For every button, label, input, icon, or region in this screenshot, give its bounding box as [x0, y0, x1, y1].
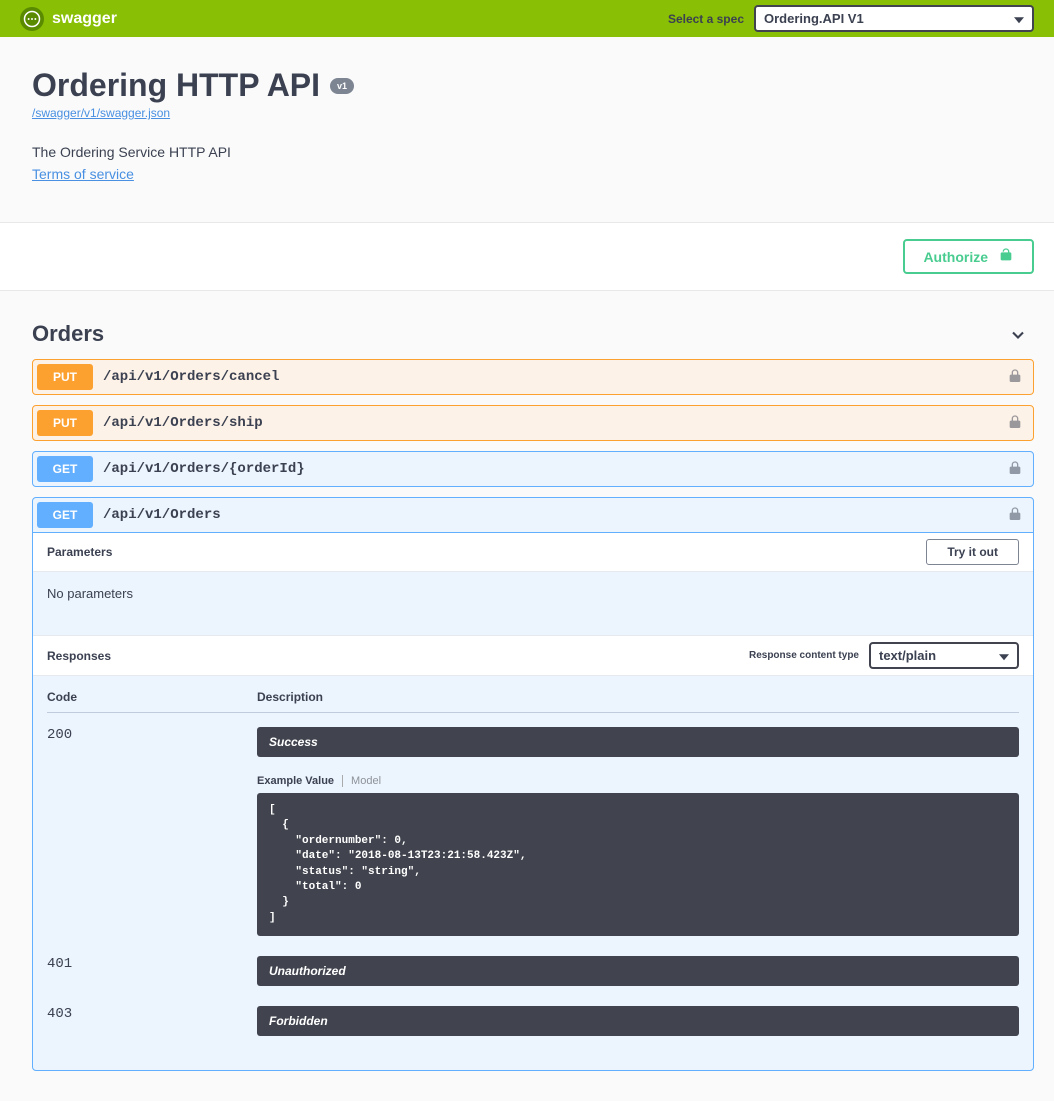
response-description-cell: Unauthorized	[257, 956, 1019, 986]
method-badge: PUT	[37, 364, 93, 390]
lock-icon	[1007, 460, 1023, 479]
topbar: swagger Select a spec Ordering.API V1	[0, 0, 1054, 37]
method-badge: GET	[37, 456, 93, 482]
operations-content: Orders PUT /api/v1/Orders/cancel PUT /ap…	[0, 291, 1054, 1101]
lock-icon	[1007, 368, 1023, 387]
swagger-logo-icon	[20, 7, 44, 31]
response-code: 401	[47, 956, 257, 986]
responses-label: Responses	[47, 649, 111, 663]
authorize-button-label: Authorize	[923, 249, 988, 265]
responses-bar: Responses Response content type text/pla…	[33, 635, 1033, 676]
code-column-header: Code	[47, 690, 257, 704]
method-badge: GET	[37, 502, 93, 528]
tag-name: Orders	[32, 321, 104, 347]
operation-path: /api/v1/Orders/ship	[103, 415, 1007, 431]
example-tabs: Example Value Model	[257, 775, 1019, 787]
chevron-down-icon	[1008, 323, 1028, 346]
api-version-badge: v1	[330, 78, 354, 94]
tab-model[interactable]: Model	[342, 775, 389, 787]
response-description-cell: Forbidden	[257, 1006, 1019, 1036]
description-column-header: Description	[257, 690, 1019, 704]
parameters-bar: Parameters Try it out	[33, 533, 1033, 572]
example-code-block: [ { "ordernumber": 0, "date": "2018-08-1…	[257, 793, 1019, 936]
operation-body: Parameters Try it out No parameters Resp…	[33, 532, 1033, 1070]
lock-icon	[1007, 414, 1023, 433]
operation-put-cancel: PUT /api/v1/Orders/cancel	[32, 359, 1034, 395]
authorize-button[interactable]: Authorize	[903, 239, 1034, 274]
tag-header[interactable]: Orders	[32, 311, 1034, 359]
response-description-cell: Success Example Value Model [ { "ordernu…	[257, 727, 1019, 936]
select-spec-label: Select a spec	[668, 12, 744, 26]
operation-put-ship: PUT /api/v1/Orders/ship	[32, 405, 1034, 441]
lock-icon	[1007, 506, 1023, 525]
response-row: 403 Forbidden	[47, 1006, 1019, 1036]
operation-header[interactable]: PUT /api/v1/Orders/cancel	[33, 360, 1033, 394]
operation-header[interactable]: GET /api/v1/Orders/{orderId}	[33, 452, 1033, 486]
topbar-brand: swagger	[20, 7, 117, 31]
content-type-select[interactable]: text/plain	[869, 642, 1019, 669]
api-title-text: Ordering HTTP API	[32, 67, 320, 104]
response-description: Success	[257, 727, 1019, 757]
operation-get-orders: GET /api/v1/Orders Parameters Try it out…	[32, 497, 1034, 1071]
operation-get-orderid: GET /api/v1/Orders/{orderId}	[32, 451, 1034, 487]
operation-header[interactable]: PUT /api/v1/Orders/ship	[33, 406, 1033, 440]
tab-example-value[interactable]: Example Value	[257, 775, 342, 787]
swagger-json-link[interactable]: /swagger/v1/swagger.json	[32, 106, 170, 120]
responses-body: Code Description 200 Success Example Val…	[33, 676, 1033, 1070]
auth-section: Authorize	[0, 223, 1054, 291]
response-row: 200 Success Example Value Model [ { "ord…	[47, 727, 1019, 936]
content-type-label: Response content type	[749, 650, 859, 661]
operation-path: /api/v1/Orders/{orderId}	[103, 461, 1007, 477]
lock-open-icon	[998, 247, 1014, 266]
operation-path: /api/v1/Orders/cancel	[103, 369, 1007, 385]
response-row: 401 Unauthorized	[47, 956, 1019, 986]
brand-label: swagger	[52, 10, 117, 28]
response-code: 403	[47, 1006, 257, 1036]
response-description: Unauthorized	[257, 956, 1019, 986]
operation-path: /api/v1/Orders	[103, 507, 1007, 523]
parameters-label: Parameters	[47, 545, 112, 559]
api-title: Ordering HTTP API v1	[32, 67, 1034, 104]
tag-section-orders: Orders PUT /api/v1/Orders/cancel PUT /ap…	[32, 311, 1034, 1071]
spec-select[interactable]: Ordering.API V1	[754, 5, 1034, 32]
response-code: 200	[47, 727, 257, 936]
topbar-spec-selector: Select a spec Ordering.API V1	[668, 5, 1034, 32]
no-parameters-text: No parameters	[33, 572, 1033, 635]
api-description: The Ordering Service HTTP API	[32, 144, 1034, 160]
response-description: Forbidden	[257, 1006, 1019, 1036]
operation-header[interactable]: GET /api/v1/Orders	[33, 498, 1033, 532]
try-it-out-button[interactable]: Try it out	[926, 539, 1019, 565]
method-badge: PUT	[37, 410, 93, 436]
responses-table-header: Code Description	[47, 690, 1019, 713]
terms-of-service-link[interactable]: Terms of service	[32, 166, 134, 182]
info-section: Ordering HTTP API v1 /swagger/v1/swagger…	[0, 37, 1054, 223]
